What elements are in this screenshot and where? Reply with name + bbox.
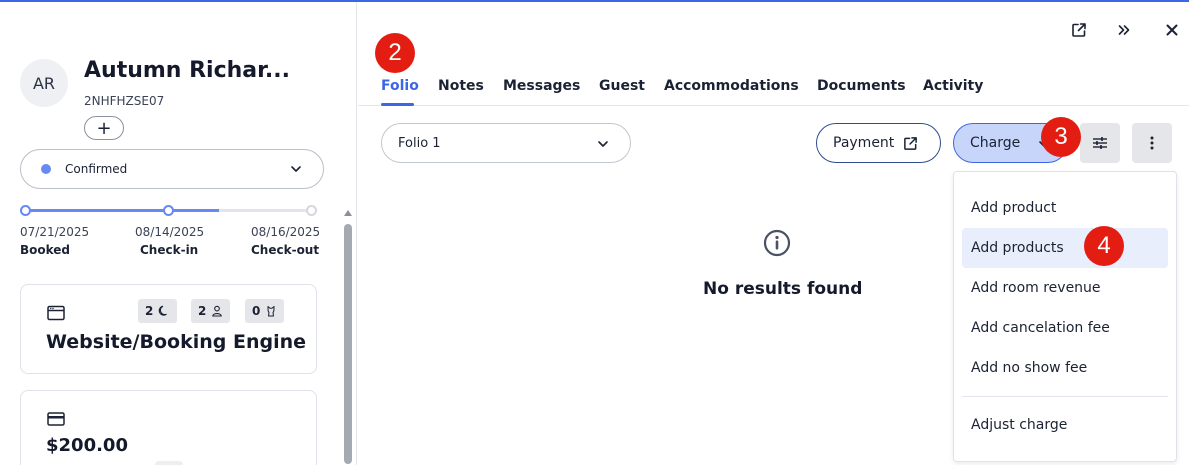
menu-item-adjust-charge[interactable]: Adjust charge	[962, 405, 1168, 445]
tab-guest[interactable]: Guest	[599, 78, 645, 94]
guests-count: 2	[198, 304, 207, 318]
menu-item-add-cancelation-fee[interactable]: Add cancelation fee	[962, 308, 1168, 348]
step-marker-2: 2	[375, 33, 415, 73]
timeline-node-checkin	[163, 205, 174, 216]
open-external-icon	[904, 136, 918, 150]
stay-timeline	[20, 204, 318, 216]
pet-icon	[267, 306, 275, 317]
tab-messages[interactable]: Messages	[503, 78, 580, 94]
timeline-node-booked	[20, 205, 31, 216]
timeline-node-checkout	[306, 205, 317, 216]
active-tab-indicator	[381, 103, 414, 106]
empty-state-message: No results found	[703, 279, 863, 299]
menu-item-add-products[interactable]: Add products	[962, 228, 1168, 268]
add-button[interactable]: +	[84, 116, 124, 140]
balance-amount: $200.00	[46, 435, 128, 456]
reservation-sidebar: AR Autumn Richar... 2NHFHZSE07 + Confirm…	[0, 2, 357, 465]
folio-panel: Folio Notes Messages Guest Accommodation…	[358, 2, 1189, 465]
balance-card[interactable]: $200.00	[20, 390, 317, 465]
payment-label: Payment	[833, 135, 895, 151]
scroll-thumb[interactable]	[344, 224, 352, 464]
pets-badge: 0	[245, 299, 285, 323]
booked-label: Booked	[20, 243, 71, 257]
booked-date: 07/21/2025	[20, 225, 90, 239]
status-label: Confirmed	[65, 162, 128, 176]
collapse-panel-icon[interactable]	[1114, 20, 1134, 40]
nights-badge: 2	[138, 299, 178, 323]
pets-count: 0	[252, 304, 261, 318]
folio-selected-label: Folio 1	[398, 135, 441, 151]
tab-folio[interactable]: Folio	[381, 78, 419, 94]
booking-code: 2NHFHZSE07	[84, 94, 165, 108]
menu-item-add-no-show-fee[interactable]: Add no show fee	[962, 348, 1168, 388]
credit-card-icon	[47, 412, 65, 426]
tab-activity[interactable]: Activity	[923, 78, 983, 94]
booking-source-title: Website/Booking Engine	[46, 331, 307, 353]
step-marker-3: 3	[1041, 117, 1081, 157]
browser-window-icon	[47, 305, 65, 321]
booking-source-card[interactable]: 2 2 0 Website/Booking Engine	[20, 284, 317, 374]
payment-button[interactable]: Payment	[816, 123, 941, 163]
chevron-down-icon	[291, 166, 301, 172]
nights-count: 2	[145, 304, 154, 318]
timeline-progress	[25, 209, 219, 212]
sliders-icon	[1093, 137, 1107, 149]
checkin-date: 08/14/2025	[135, 225, 205, 239]
charge-label: Charge	[970, 135, 1021, 151]
reservation-tabs: Folio Notes Messages Guest Accommodation…	[358, 66, 1189, 106]
tab-notes[interactable]: Notes	[438, 78, 484, 94]
more-options-button[interactable]	[1132, 123, 1172, 163]
charge-menu: Add product Add products Add room revenu…	[953, 171, 1177, 462]
tab-accommodations[interactable]: Accommodations	[664, 78, 799, 94]
tab-documents[interactable]: Documents	[817, 78, 906, 94]
step-marker-4: 4	[1084, 226, 1124, 266]
menu-item-add-product[interactable]: Add product	[962, 188, 1168, 228]
moon-icon	[159, 305, 168, 316]
close-icon[interactable]	[1162, 20, 1182, 40]
checkin-label: Check-in	[140, 243, 199, 257]
status-dot-icon	[41, 164, 51, 174]
guests-badge: 2	[191, 299, 231, 323]
checkout-label: Check-out	[251, 243, 320, 257]
guest-name: Autumn Richar...	[84, 58, 290, 83]
balance-chip	[155, 461, 183, 465]
person-icon	[212, 305, 223, 317]
info-icon	[763, 229, 791, 257]
open-external-icon[interactable]	[1069, 20, 1089, 40]
status-dropdown[interactable]: Confirmed	[20, 149, 324, 189]
folio-dropdown[interactable]: Folio 1	[381, 123, 631, 163]
sidebar-scrollbar[interactable]	[342, 206, 354, 465]
filter-settings-button[interactable]	[1080, 123, 1120, 163]
chevron-down-icon	[598, 141, 608, 147]
scroll-up-arrow-icon[interactable]	[344, 210, 352, 216]
menu-divider	[962, 396, 1168, 397]
kebab-menu-icon	[1150, 136, 1154, 150]
checkout-date: 08/16/2025	[251, 225, 321, 239]
menu-item-add-room-revenue[interactable]: Add room revenue	[962, 268, 1168, 308]
avatar: AR	[20, 59, 68, 107]
